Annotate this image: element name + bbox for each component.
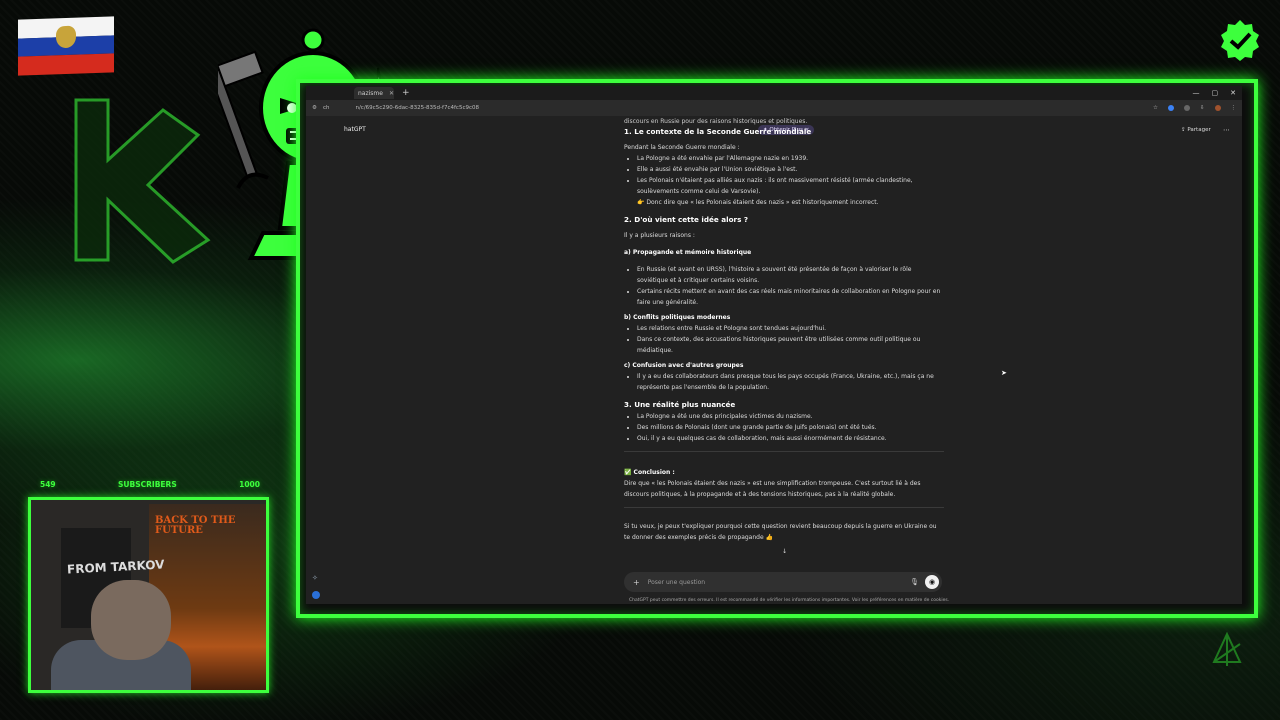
share-label: Partager bbox=[1187, 127, 1211, 133]
assistant-message: 1. Le contexte de la Seconde Guerre mond… bbox=[624, 122, 944, 543]
browser-menu-icon[interactable]: ⋮ bbox=[1231, 105, 1237, 111]
tab-title: nazisme bbox=[358, 89, 383, 97]
site-info-icon[interactable]: ⚙ bbox=[312, 105, 317, 111]
user-avatar[interactable] bbox=[312, 591, 320, 599]
conclusion-title: ✅ Conclusion : bbox=[624, 469, 675, 476]
prompt-input[interactable]: Poser une question bbox=[648, 579, 705, 586]
mouse-cursor-icon: ➤ bbox=[1001, 369, 1007, 377]
toolbar-icons: ☆ ⇩ ⋮ bbox=[1153, 105, 1236, 111]
list-item: Les relations entre Russie et Pologne so… bbox=[637, 323, 944, 334]
microphone-icon[interactable]: 🎙 bbox=[910, 578, 919, 586]
scroll-down-icon[interactable]: ↓ bbox=[782, 548, 787, 555]
tab-bar: nazisme ✕ + — ▢ ✕ bbox=[306, 86, 1242, 100]
list-item: La Pologne a été une des principales vic… bbox=[637, 411, 944, 422]
subscriber-goal: 1000 bbox=[239, 480, 260, 489]
verified-check-icon bbox=[1221, 20, 1259, 61]
url-text[interactable]: n/c/69c5c290-6dac-8325-835d-f7c4fc5c9c08 bbox=[355, 105, 479, 111]
prompt-input-bar[interactable]: + Poser une question 🎙 ◉ bbox=[624, 572, 942, 592]
address-bar[interactable]: ⚙ ch n/c/69c5c290-6dac-8325-835d-f7c4fc5… bbox=[306, 100, 1242, 116]
divider bbox=[624, 451, 944, 452]
disclaimer-text: ChatGPT peut commettre des erreurs. Il e… bbox=[629, 598, 950, 603]
divider bbox=[624, 507, 944, 508]
list-item: Dans ce contexte, des accusations histor… bbox=[637, 334, 944, 356]
triangle-logo-icon bbox=[1212, 632, 1242, 666]
downloads-icon[interactable]: ⇩ bbox=[1200, 105, 1205, 111]
k-logo-icon bbox=[74, 98, 211, 264]
list-item: Les Polonais n'étaient pas alliés aux na… bbox=[637, 175, 944, 197]
sparkle-icon[interactable]: ✧ bbox=[312, 574, 318, 582]
browser-window: nazisme ✕ + — ▢ ✕ ⚙ ch n/c/69c5c290-6dac… bbox=[306, 86, 1242, 604]
list-item: En Russie (et avant en URSS), l'histoire… bbox=[637, 264, 944, 286]
url-prefix: ch bbox=[322, 105, 330, 111]
minimize-button[interactable]: — bbox=[1193, 89, 1200, 97]
subscriber-count: 549 bbox=[40, 480, 56, 489]
subsection-b-title: b) Conflits politiques modernes bbox=[624, 314, 731, 321]
bookmark-star-icon[interactable]: ☆ bbox=[1153, 105, 1158, 111]
more-options-icon[interactable]: ⋯ bbox=[1223, 126, 1230, 134]
conclusion-text: Dire que « les Polonais étaient des nazi… bbox=[624, 480, 921, 498]
list-item: Certains récits mettent en avant des cas… bbox=[637, 286, 944, 308]
streamer-head bbox=[91, 580, 171, 660]
list-item: Des millions de Polonais (dont une grand… bbox=[637, 422, 944, 433]
list-item: Il y a eu des collaborateurs dans presqu… bbox=[637, 371, 944, 393]
subscriber-label: SUBSCRIBERS bbox=[118, 480, 177, 489]
section-title-3: 3. Une réalité plus nuancée bbox=[624, 400, 736, 409]
maximize-button[interactable]: ▢ bbox=[1212, 89, 1219, 97]
voice-mode-button[interactable]: ◉ bbox=[925, 575, 939, 589]
app-name-label: hatGPT bbox=[344, 126, 366, 133]
extension-icon[interactable] bbox=[1167, 105, 1174, 111]
followup-text: Si tu veux, je peux t'expliquer pourquoi… bbox=[624, 523, 937, 541]
s2b-list: Les relations entre Russie et Pologne so… bbox=[624, 323, 944, 356]
subsection-c-title: c) Confusion avec d'autres groupes bbox=[624, 362, 744, 369]
s2a-list: En Russie (et avant en URSS), l'histoire… bbox=[624, 264, 944, 308]
close-window-button[interactable]: ✕ bbox=[1230, 89, 1236, 97]
russian-flag-icon bbox=[18, 16, 114, 76]
tab-close-icon[interactable]: ✕ bbox=[389, 90, 394, 97]
s1-intro: Pendant la Seconde Guerre mondiale : bbox=[624, 144, 740, 151]
section-title-2: 2. D'où vient cette idée alors ? bbox=[624, 215, 749, 224]
list-item: Oui, il y a eu quelques cas de collabora… bbox=[637, 433, 944, 444]
tab-nazisme[interactable]: nazisme ✕ bbox=[354, 87, 394, 99]
attach-plus-icon[interactable]: + bbox=[633, 578, 640, 587]
s3-list: La Pologne a été une des principales vic… bbox=[624, 411, 944, 444]
list-item: 👉 Donc dire que « les Polonais étaient d… bbox=[637, 199, 879, 206]
webcam-feed: BACK TO THE FUTURE FROM TARKOV bbox=[28, 497, 269, 693]
new-tab-button[interactable]: + bbox=[402, 88, 410, 98]
extensions-puzzle-icon[interactable] bbox=[1183, 105, 1190, 111]
share-button[interactable]: ⇪ Partager bbox=[1181, 127, 1211, 133]
profile-avatar[interactable] bbox=[1214, 105, 1221, 111]
section-title-1: 1. Le contexte de la Seconde Guerre mond… bbox=[624, 127, 812, 136]
subscriber-goal-bar: 549 SUBSCRIBERS 1000 bbox=[40, 480, 260, 490]
list-item: Elle a aussi été envahie par l'Union sov… bbox=[637, 164, 944, 175]
list-item: La Pologne a été envahie par l'Allemagne… bbox=[637, 153, 944, 164]
subsection-a-title: a) Propagande et mémoire historique bbox=[624, 249, 752, 256]
window-controls: — ▢ ✕ bbox=[1193, 89, 1237, 97]
s1-list: La Pologne a été envahie par l'Allemagne… bbox=[624, 153, 944, 208]
s2-intro: Il y a plusieurs raisons : bbox=[624, 232, 695, 239]
poster-title: BACK TO THE FUTURE bbox=[155, 515, 236, 536]
s2c-list: Il y a eu des collaborateurs dans presqu… bbox=[624, 371, 944, 393]
